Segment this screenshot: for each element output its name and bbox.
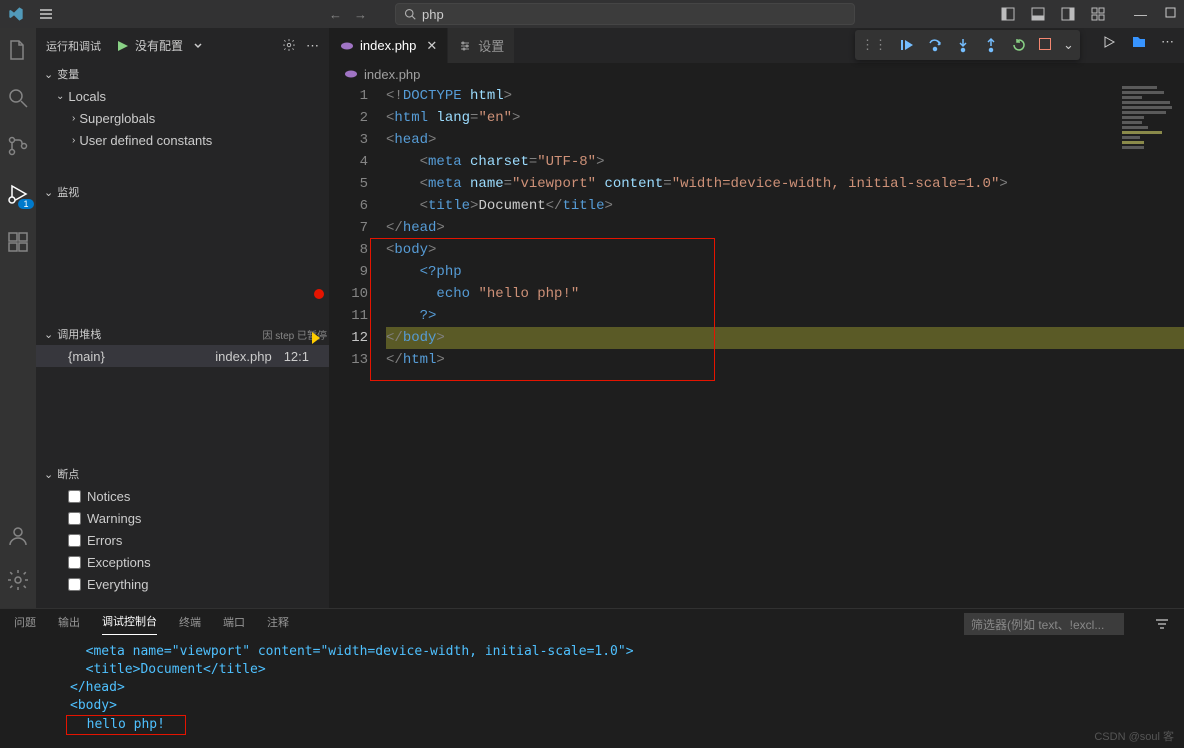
chevron-down-icon: ⌄ — [56, 91, 64, 102]
open-changes-icon[interactable] — [1131, 34, 1147, 50]
window-minimize-icon[interactable]: — — [1134, 7, 1147, 22]
bp-errors[interactable]: Errors — [36, 529, 329, 551]
layout-primary-icon[interactable] — [1000, 6, 1016, 22]
php-file-icon — [340, 39, 354, 53]
php-file-icon — [344, 67, 358, 81]
more-icon[interactable]: ⋯ — [1161, 34, 1174, 50]
breadcrumb-label: index.php — [364, 67, 420, 82]
debug-sidebar: 运行和调试 没有配置 ⋯ ⌄ 变量 ⌄ Locals › — [36, 28, 330, 608]
gear-icon[interactable] — [282, 38, 296, 54]
tab-settings[interactable]: 设置 — [448, 28, 515, 63]
debug-console-output[interactable]: <meta name="viewport" content="width=dev… — [0, 639, 1184, 748]
close-icon[interactable]: ✕ — [426, 38, 437, 54]
minimap[interactable] — [1122, 86, 1172, 176]
activity-bar — [0, 28, 36, 608]
bp-warnings[interactable]: Warnings — [36, 507, 329, 529]
tab-index-php[interactable]: index.php ✕ — [330, 28, 448, 63]
extensions-icon[interactable] — [6, 230, 30, 254]
chevron-right-icon: › — [72, 113, 75, 124]
more-icon[interactable]: ⋯ — [306, 38, 319, 54]
layout-secondary-icon[interactable] — [1060, 6, 1076, 22]
superglobals-group[interactable]: › Superglobals — [36, 107, 329, 129]
tab-terminal[interactable]: 终端 — [179, 614, 201, 635]
section-watch[interactable]: ⌄ 监视 — [36, 181, 329, 203]
step-over-icon[interactable] — [927, 37, 943, 53]
checkbox[interactable] — [68, 534, 81, 547]
vscode-logo-icon — [8, 6, 24, 22]
tab-output[interactable]: 输出 — [58, 614, 80, 635]
bp-exceptions[interactable]: Exceptions — [36, 551, 329, 573]
filter-icon[interactable] — [1154, 616, 1170, 632]
tab-label: index.php — [360, 38, 416, 53]
chevron-down-icon: ⌄ — [44, 68, 53, 81]
chevron-right-icon: › — [72, 135, 75, 146]
menu-icon[interactable] — [38, 6, 54, 22]
panel-tabs: 问题 输出 调试控制台 终端 端口 注释 筛选器(例如 text、!excl..… — [0, 609, 1184, 639]
tab-problems[interactable]: 问题 — [14, 614, 36, 635]
continue-icon[interactable] — [899, 37, 915, 53]
debug-action-bar: ⋮⋮ ⌄ — [855, 30, 1080, 60]
grip-icon[interactable]: ⋮⋮ — [861, 37, 887, 53]
filter-input[interactable]: 筛选器(例如 text、!excl... — [964, 613, 1124, 635]
frame-pos: 12:1 — [284, 349, 309, 364]
bp-everything[interactable]: Everything — [36, 573, 329, 595]
layout-panel-icon[interactable] — [1030, 6, 1046, 22]
explorer-icon[interactable] — [6, 38, 30, 62]
checkbox[interactable] — [68, 556, 81, 569]
account-icon[interactable] — [6, 524, 30, 548]
window-maximize-icon[interactable] — [1165, 7, 1176, 22]
checkbox[interactable] — [68, 490, 81, 503]
search-icon — [404, 8, 416, 20]
nav-back-icon[interactable]: ← — [329, 7, 342, 22]
more-chevron-icon[interactable]: ⌄ — [1063, 37, 1074, 53]
bp-notices[interactable]: Notices — [36, 485, 329, 507]
debug-config-name[interactable]: 没有配置 — [135, 37, 183, 54]
section-variables[interactable]: ⌄ 变量 — [36, 63, 329, 85]
highlighted-output: hello php! — [66, 715, 186, 735]
watermark: CSDN @soul 客 — [1094, 728, 1174, 744]
settings-gear-icon[interactable] — [6, 568, 30, 592]
chevron-down-icon[interactable] — [193, 41, 203, 51]
code-content[interactable]: <!DOCTYPE html> <html lang="en"> <head> … — [386, 85, 1184, 608]
section-callstack[interactable]: ⌄ 调用堆栈 因 step 已暂停 — [36, 323, 329, 345]
command-center[interactable]: php — [395, 3, 855, 25]
code-editor[interactable]: 1 2 3 4 5 6 7 8 9 10 11 12 13 <!DOCTYPE … — [330, 85, 1184, 608]
stop-icon[interactable] — [1039, 38, 1051, 53]
settings-icon — [458, 39, 472, 53]
tab-debug-console[interactable]: 调试控制台 — [102, 613, 157, 635]
search-text: php — [422, 7, 444, 22]
tab-ports[interactable]: 端口 — [223, 614, 245, 635]
run-debug-label: 运行和调试 — [46, 38, 101, 54]
chevron-down-icon: ⌄ — [44, 468, 53, 481]
start-debug-icon[interactable] — [115, 39, 129, 53]
editor-area: index.php ✕ 设置 ⋮⋮ ⌄ ⋯ — [330, 28, 1184, 608]
chevron-down-icon: ⌄ — [44, 328, 53, 341]
section-breakpoints[interactable]: ⌄ 断点 — [36, 463, 329, 485]
layout-customize-icon[interactable] — [1090, 6, 1106, 22]
title-bar: ← → php — — [0, 0, 1184, 28]
step-out-icon[interactable] — [983, 37, 999, 53]
tab-label: 设置 — [478, 36, 504, 55]
line-gutter: 1 2 3 4 5 6 7 8 9 10 11 12 13 — [330, 85, 386, 608]
checkbox[interactable] — [68, 578, 81, 591]
filter-placeholder: 筛选器(例如 text、!excl... — [971, 616, 1104, 633]
run-icon[interactable] — [1101, 34, 1117, 50]
source-control-icon[interactable] — [6, 134, 30, 158]
bottom-panel: 问题 输出 调试控制台 终端 端口 注释 筛选器(例如 text、!excl..… — [0, 608, 1184, 748]
restart-icon[interactable] — [1011, 37, 1027, 53]
breadcrumb[interactable]: index.php — [330, 63, 1184, 85]
search-activity-icon[interactable] — [6, 86, 30, 110]
debug-toolbar: 运行和调试 没有配置 ⋯ — [36, 28, 329, 63]
locals-group[interactable]: ⌄ Locals — [36, 85, 329, 107]
chevron-down-icon: ⌄ — [44, 186, 53, 199]
frame-name: {main} — [68, 349, 105, 364]
frame-file: index.php — [215, 349, 271, 364]
nav-forward-icon[interactable]: → — [354, 7, 367, 22]
tab-comments[interactable]: 注释 — [267, 614, 289, 635]
callstack-item[interactable]: {main} index.php 12:1 — [36, 345, 329, 367]
run-debug-icon[interactable] — [6, 182, 30, 206]
checkbox[interactable] — [68, 512, 81, 525]
user-constants-group[interactable]: › User defined constants — [36, 129, 329, 151]
step-into-icon[interactable] — [955, 37, 971, 53]
